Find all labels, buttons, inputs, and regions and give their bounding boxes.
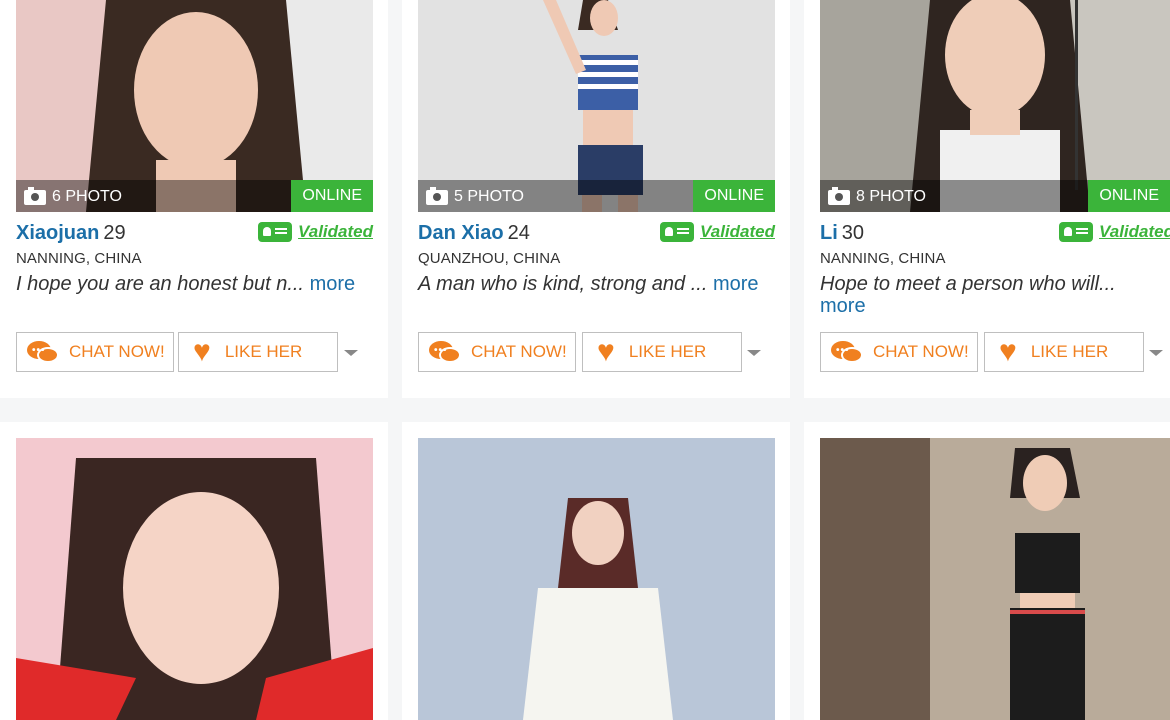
validated-id-icon (660, 222, 695, 242)
like-her-label: LIKE HER (224, 342, 303, 361)
profile-name[interactable]: Dan Xiao (418, 222, 504, 244)
photo-count-label: 5 PHOTO (454, 188, 524, 205)
profile-photo[interactable]: 8 PHOTO ONLINE (820, 0, 1170, 212)
validated-label: Validated (1099, 222, 1170, 241)
profile-card: 5 PHOTO ONLINE Dan Xiao 24 Validated QUAN… (402, 0, 790, 398)
like-her-label: LIKE HER (1030, 342, 1109, 361)
profile-card (402, 422, 790, 720)
like-her-button[interactable]: ♥ LIKE HER (582, 332, 742, 372)
profile-photo[interactable]: 5 PHOTO ONLINE (418, 0, 775, 212)
chevron-down-icon[interactable] (747, 350, 761, 356)
photo-count[interactable]: 5 PHOTO (426, 186, 524, 206)
profile-photo-image (16, 438, 373, 720)
chevron-down-icon[interactable] (1149, 350, 1163, 356)
validated-id-icon (1059, 222, 1094, 242)
profile-bio: A man who is kind, strong and ... more (418, 273, 775, 295)
more-link[interactable]: more (713, 273, 759, 295)
profile-photo-image (820, 438, 1170, 720)
profile-photo[interactable]: 6 PHOTO ONLINE (16, 0, 373, 212)
validated-id-icon (258, 222, 293, 242)
profile-photo[interactable] (418, 438, 775, 720)
heart-icon: ♥ (193, 335, 211, 368)
like-her-label: LIKE HER (628, 342, 707, 361)
name-row: Li 30 Validated (820, 222, 1170, 246)
chat-bubbles-icon: ••• (831, 339, 863, 365)
like-her-button[interactable]: ♥ LIKE HER (984, 332, 1144, 372)
name-row: Xiaojuan 29 Validated (16, 222, 373, 246)
profile-age: 30 (841, 222, 865, 244)
photo-count-label: 6 PHOTO (52, 188, 122, 205)
like-her-button[interactable]: ♥ LIKE HER (178, 332, 338, 372)
validated-label: Validated (298, 222, 373, 241)
profile-bio-text: A man who is kind, strong and ... (418, 273, 708, 295)
profile-bio: I hope you are an honest but n... more (16, 273, 373, 295)
profile-name[interactable]: Xiaojuan (16, 222, 99, 244)
validated-badge[interactable]: Validated (660, 222, 775, 242)
profile-bio-text: Hope to meet a person who will... (820, 273, 1116, 295)
more-link[interactable]: more (820, 295, 866, 317)
camera-icon (828, 186, 850, 205)
profile-photo[interactable] (16, 438, 373, 720)
photo-count[interactable]: 6 PHOTO (24, 186, 122, 206)
validated-badge[interactable]: Validated (258, 222, 373, 242)
profile-bio-text: I hope you are an honest but n... (16, 273, 304, 295)
profile-photo-image (418, 438, 775, 720)
profile-photo[interactable] (820, 438, 1170, 720)
camera-icon (426, 186, 448, 205)
online-badge: ONLINE (1088, 180, 1170, 212)
profile-card: 6 PHOTO ONLINE Xiaojuan 29 Validated NANN… (0, 0, 388, 398)
name-row: Dan Xiao 24 Validated (418, 222, 775, 246)
profile-bio: Hope to meet a person who will... more (820, 273, 1150, 317)
chat-now-button[interactable]: ••• CHAT NOW! (16, 332, 174, 372)
profile-location: QUANZHOU, CHINA (418, 250, 561, 267)
profile-name[interactable]: Li (820, 222, 838, 244)
chat-now-label: CHAT NOW! (69, 342, 165, 361)
chat-now-label: CHAT NOW! (471, 342, 567, 361)
profile-card (804, 422, 1170, 720)
camera-icon (24, 186, 46, 205)
validated-badge[interactable]: Validated (1059, 222, 1170, 242)
profile-card: 8 PHOTO ONLINE Li 30 Validated NANNING, C… (804, 0, 1170, 398)
photo-count[interactable]: 8 PHOTO (828, 186, 926, 206)
profile-grid: 6 PHOTO ONLINE Xiaojuan 29 Validated NANN… (0, 0, 1170, 720)
online-badge: ONLINE (291, 180, 373, 212)
heart-icon: ♥ (999, 335, 1017, 368)
chat-now-label: CHAT NOW! (873, 342, 969, 361)
heart-icon: ♥ (597, 335, 615, 368)
online-badge: ONLINE (693, 180, 775, 212)
chat-now-button[interactable]: ••• CHAT NOW! (418, 332, 576, 372)
profile-age: 24 (507, 222, 530, 244)
profile-card (0, 422, 388, 720)
chevron-down-icon[interactable] (344, 350, 358, 356)
profile-location: NANNING, CHINA (820, 250, 946, 267)
chat-bubbles-icon: ••• (429, 339, 461, 365)
chat-bubbles-icon: ••• (27, 339, 59, 365)
more-link[interactable]: more (310, 273, 356, 295)
chat-now-button[interactable]: ••• CHAT NOW! (820, 332, 978, 372)
profile-location: NANNING, CHINA (16, 250, 142, 267)
profile-age: 29 (103, 222, 126, 244)
validated-label: Validated (700, 222, 775, 241)
photo-count-label: 8 PHOTO (856, 188, 926, 205)
